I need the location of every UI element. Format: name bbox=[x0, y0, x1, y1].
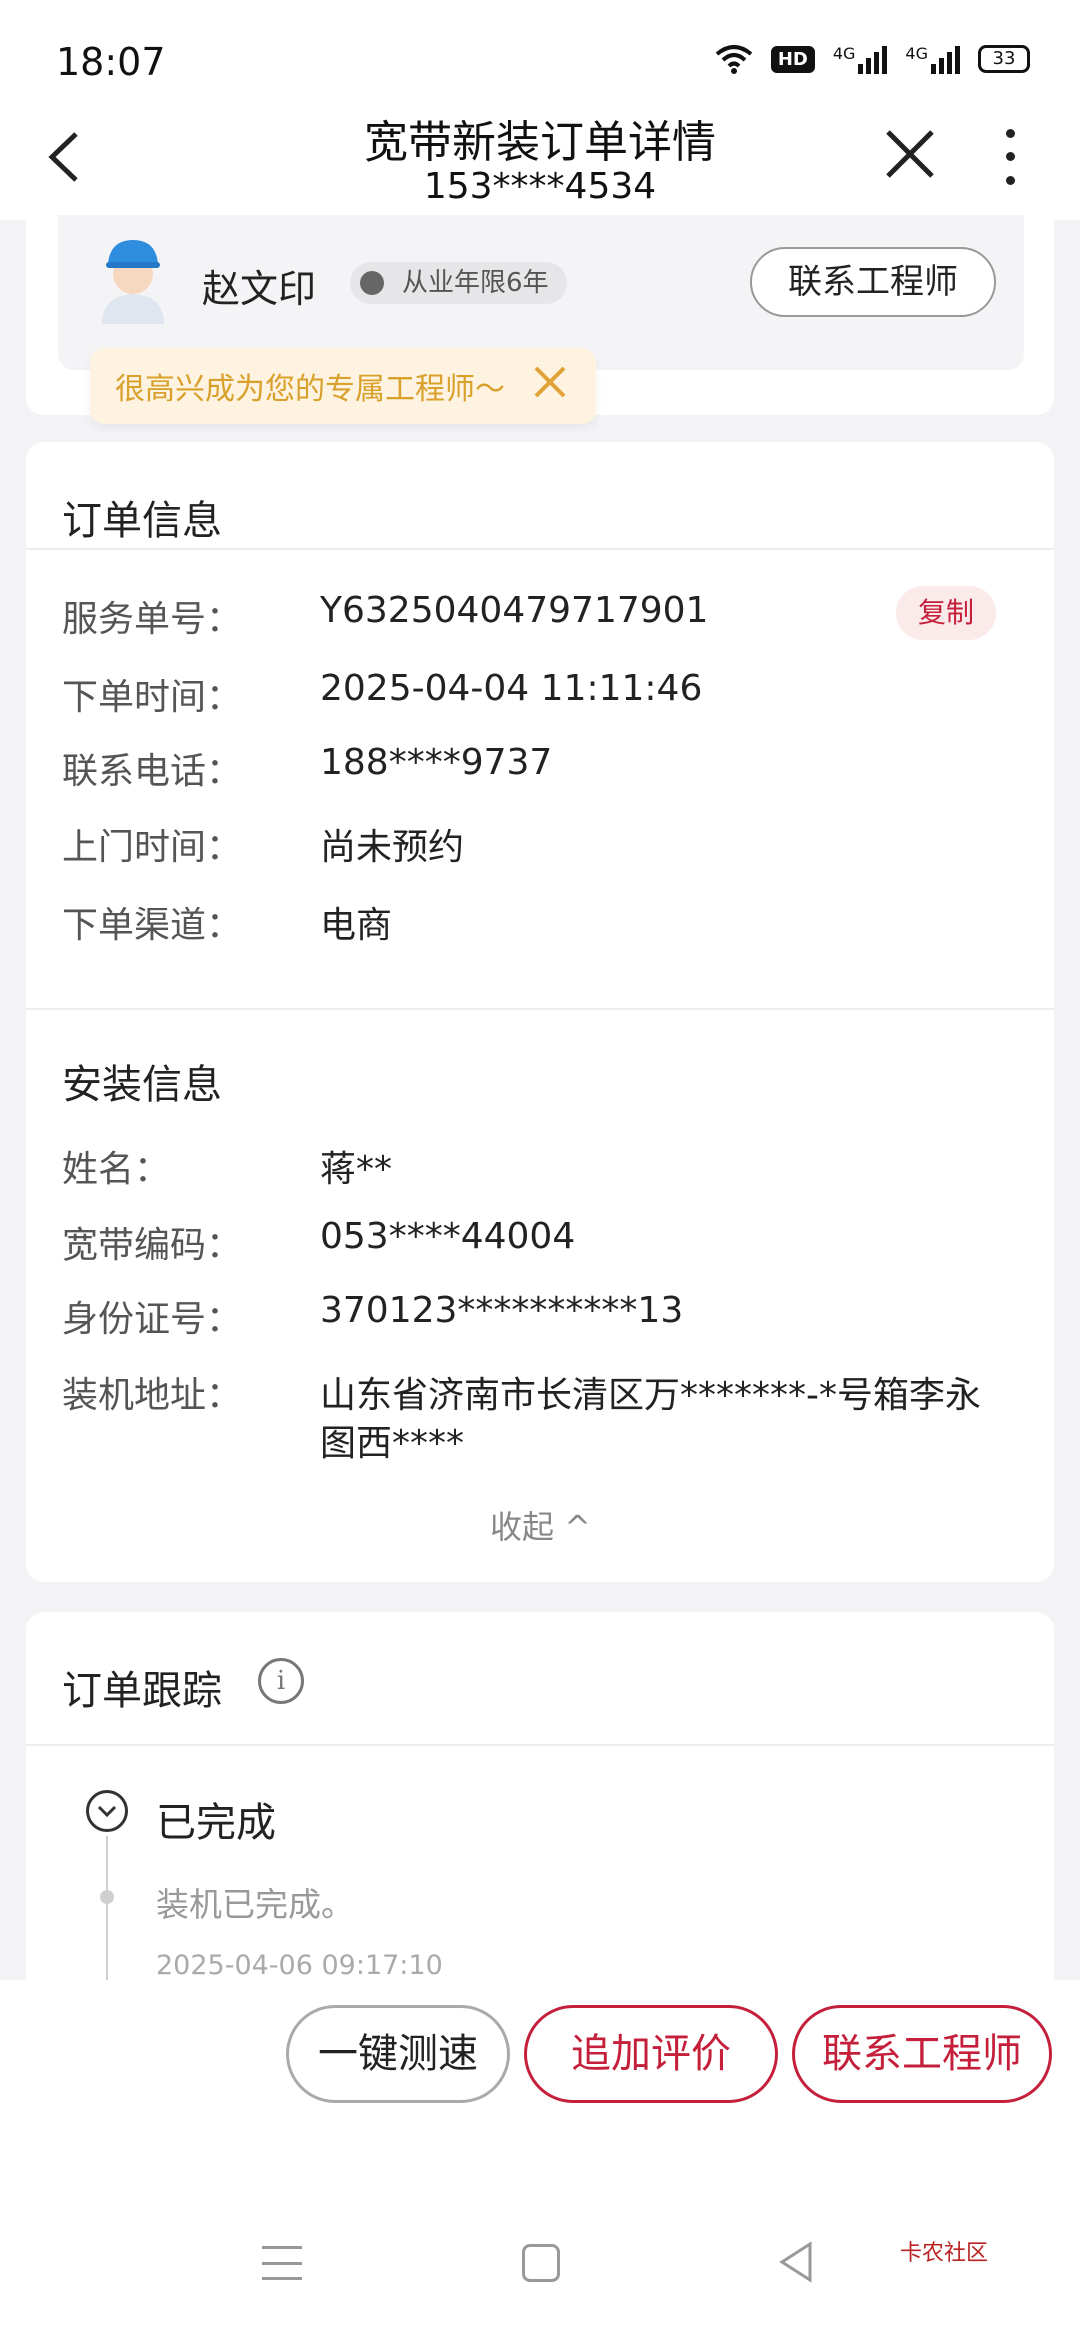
service-no-value: Y6325040479717901 bbox=[320, 590, 709, 631]
id-number-label: 身份证号： bbox=[62, 1299, 243, 1340]
tracking-status: 已完成 bbox=[156, 1800, 276, 1846]
engineer-avatar bbox=[92, 232, 174, 324]
more-icon[interactable] bbox=[995, 122, 1025, 192]
install-address-label: 装机地址： bbox=[62, 1375, 243, 1416]
broadband-code-label: 宽带编码： bbox=[62, 1225, 243, 1266]
order-channel-value: 电商 bbox=[320, 905, 393, 946]
page-header: 宽带新装订单详情 153****4534 bbox=[0, 100, 1080, 220]
install-info-title: 安装信息 bbox=[62, 1062, 222, 1108]
order-time-label: 下单时间： bbox=[62, 677, 243, 718]
tracking-title: 订单跟踪 bbox=[62, 1668, 222, 1714]
order-channel-label: 下单渠道： bbox=[62, 905, 243, 946]
speed-test-button[interactable]: 一键测速 bbox=[286, 2005, 510, 2103]
engineer-tip-text: 很高兴成为您的专属工程师～ bbox=[115, 372, 505, 407]
visit-time-label: 上门时间： bbox=[62, 827, 243, 868]
name-value: 蒋** bbox=[320, 1149, 393, 1190]
hd-icon: HD bbox=[770, 45, 815, 73]
engineer-name: 赵文印 bbox=[202, 267, 317, 311]
service-no-label: 服务单号： bbox=[62, 599, 243, 640]
order-info-title: 订单信息 bbox=[62, 498, 222, 544]
broadband-code-value: 053****44004 bbox=[320, 1216, 576, 1257]
tip-close-icon[interactable] bbox=[530, 362, 570, 402]
info-icon[interactable]: i bbox=[258, 1658, 304, 1704]
check-icon bbox=[86, 1790, 128, 1832]
copy-button[interactable]: 复制 bbox=[896, 586, 996, 640]
status-icons: HD 4G 4G 33 bbox=[715, 44, 1030, 74]
badge-icon bbox=[360, 271, 384, 295]
install-address-value-line2: 图西**** bbox=[320, 1423, 465, 1464]
divider bbox=[26, 1744, 1054, 1746]
order-time-value: 2025-04-04 11:11:46 bbox=[320, 668, 703, 709]
nav-back-icon[interactable] bbox=[776, 2240, 816, 2284]
id-number-value: 370123**********13 bbox=[320, 1290, 684, 1331]
timeline-dot bbox=[100, 1890, 114, 1904]
divider bbox=[26, 1008, 1054, 1010]
add-review-button[interactable]: 追加评价 bbox=[524, 2005, 778, 2103]
tracking-event-time: 2025-04-06 09:17:10 bbox=[156, 1950, 443, 1981]
contact-engineer-button[interactable]: 联系工程师 bbox=[750, 247, 996, 317]
home-icon[interactable] bbox=[522, 2244, 560, 2282]
signal-4g-icon: 4G bbox=[833, 44, 888, 74]
contact-engineer-bottom-button[interactable]: 联系工程师 bbox=[792, 2005, 1052, 2103]
close-icon[interactable] bbox=[880, 120, 940, 190]
install-address-value: 山东省济南市长清区万*******-*号箱李永 bbox=[320, 1375, 981, 1416]
menu-icon[interactable] bbox=[262, 2246, 302, 2280]
tracking-event: 装机已完成。 bbox=[156, 1885, 354, 1924]
wifi-icon bbox=[715, 45, 753, 74]
name-label: 姓名： bbox=[62, 1149, 171, 1190]
visit-time-value: 尚未预约 bbox=[320, 827, 465, 868]
collapse-toggle[interactable]: 收起 ^ bbox=[490, 1502, 591, 1548]
divider bbox=[26, 548, 1054, 550]
status-time: 18:07 bbox=[56, 40, 166, 84]
watermark-logo: 卡农社区 bbox=[900, 2241, 989, 2266]
contact-phone-label: 联系电话： bbox=[62, 751, 243, 792]
contact-phone-value: 188****9737 bbox=[320, 742, 553, 783]
signal-4g-icon-2: 4G bbox=[905, 44, 960, 74]
battery-icon: 33 bbox=[978, 45, 1030, 73]
